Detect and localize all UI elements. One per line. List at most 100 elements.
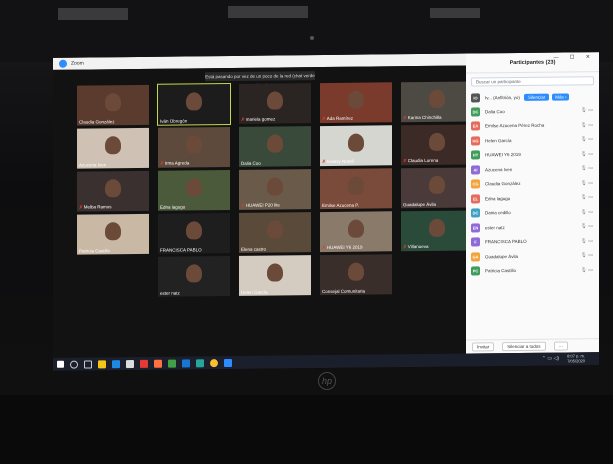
office-icon[interactable] xyxy=(140,359,148,368)
participant-video xyxy=(429,175,445,194)
participant-avatar: CG xyxy=(471,179,480,189)
participant-video xyxy=(429,132,445,151)
tile-name-text: Elena castro xyxy=(241,246,267,252)
tile-name: Iván Obregón xyxy=(160,118,187,123)
system-tray[interactable]: ⌃ ▭ ◁) xyxy=(542,356,559,362)
video-tile[interactable]: ✗HUAWEI Y6 2019 xyxy=(320,211,392,253)
tile-name: ✗Villanueva xyxy=(403,244,428,250)
video-tile[interactable]: ✗Melba Ramos xyxy=(77,170,149,212)
participant-search-input[interactable]: Buscar un participante xyxy=(471,76,594,87)
video-tile[interactable]: FRANCISCA PABLO xyxy=(158,213,230,254)
mic-camera-icons[interactable]: 🎙 ▭ xyxy=(581,122,593,128)
participant-row[interactable]: AI Azucena Iven 🎙 ▭ xyxy=(466,161,599,177)
mic-camera-icons[interactable]: 🎙 ▭ xyxy=(581,267,593,273)
search-icon[interactable] xyxy=(70,360,78,369)
participant-row[interactable]: GA Guadalupe Ávila 🎙 ▭ xyxy=(466,248,599,264)
video-tile[interactable]: ✗Irma Agreda xyxy=(158,127,230,168)
file-explorer-icon[interactable] xyxy=(98,359,106,368)
tile-name-text: Consejal Comunitaria xyxy=(322,288,366,295)
mic-camera-icons[interactable]: 🎙 ▭ xyxy=(581,136,593,142)
participant-row[interactable]: F FRANCISCA PABLO 🎙 ▭ xyxy=(466,234,599,250)
video-tile[interactable]: Patricia Castillo xyxy=(77,213,149,255)
chrome-icon[interactable] xyxy=(210,358,218,367)
mute-button[interactable]: Silenciar xyxy=(523,93,550,101)
video-tile[interactable]: ✗Villanueva xyxy=(401,210,473,252)
store-icon[interactable] xyxy=(126,359,134,368)
video-tile[interactable]: Consejal Comunitaria xyxy=(320,254,392,296)
mic-camera-icons[interactable]: 🎙 ▭ xyxy=(581,252,593,258)
participant-row[interactable]: HG Helen García 🎙 ▭ xyxy=(466,132,599,148)
video-tile[interactable]: ester natz xyxy=(158,256,230,297)
video-tile[interactable]: Claudia González xyxy=(77,84,149,126)
zoom-taskbar-icon[interactable] xyxy=(224,358,232,367)
participant-name: Edna lagugo xyxy=(485,195,511,202)
mic-camera-icons[interactable]: 🎙 ▭ xyxy=(581,107,593,113)
mic-camera-icons[interactable]: 🎙 ▭ xyxy=(581,151,593,157)
video-tile[interactable]: Emilse Azucena P. xyxy=(320,168,392,210)
video-tile[interactable]: ✗Galaxy Note8 xyxy=(320,125,392,167)
mic-camera-icons[interactable]: 🎙 ▭ xyxy=(581,238,593,244)
participant-video xyxy=(186,135,202,154)
tile-name-text: Edna lagugo xyxy=(160,204,186,210)
tile-name: ✗Claudia Lorena xyxy=(403,158,438,164)
participant-avatar: GA xyxy=(471,252,480,262)
tile-name: Guadalupe Ávila xyxy=(403,202,436,207)
participant-row[interactable]: DC Dalia Coo 🎙 ▭ xyxy=(466,103,599,119)
task-view-icon[interactable] xyxy=(84,359,92,369)
mic-camera-icons[interactable]: 🎙 ▭ xyxy=(581,165,593,171)
participant-row[interactable]: CG Claudia González 🎙 ▭ xyxy=(466,176,599,192)
muted-mic-icon: ✗ xyxy=(241,202,245,208)
video-tile[interactable]: ✗Claudia Lorena xyxy=(401,124,473,166)
mic-camera-icons[interactable]: 🎙 ▭ xyxy=(581,223,593,229)
video-tile[interactable]: Helen García xyxy=(239,255,311,296)
video-tile[interactable]: Guadalupe Ávila xyxy=(401,167,473,209)
app-icon[interactable] xyxy=(196,358,204,367)
mute-all-button[interactable]: Silenciar a todos xyxy=(502,341,546,352)
video-tile[interactable]: Elena castro xyxy=(239,212,311,253)
participant-row[interactable]: EA Emilse Azucena Pérez Rocha 🎙 ▭ xyxy=(466,118,599,134)
invite-button[interactable]: Invitar xyxy=(472,342,495,352)
participant-avatar: AI xyxy=(471,165,480,175)
participant-name: ester natz xyxy=(485,224,505,231)
tile-name: ester natz xyxy=(160,291,180,296)
video-tile[interactable]: ✗Ada Ramírez xyxy=(320,82,392,124)
participant-video xyxy=(186,221,202,240)
window-controls[interactable]: — ☐ ✕ xyxy=(554,54,595,60)
muted-mic-icon: ✗ xyxy=(403,158,407,164)
more-options-button[interactable]: ··· xyxy=(553,341,569,351)
participant-row[interactable]: PC Patricia Castillo 🎙 ▭ xyxy=(466,263,599,279)
video-tile[interactable]: ✗mariela gomez xyxy=(239,83,311,124)
participant-video xyxy=(348,176,364,195)
taskbar-clock[interactable]: 8:07 p. m. 7/05/2020 xyxy=(567,353,585,363)
video-tile[interactable]: Iván Obregón xyxy=(157,82,231,126)
video-tile[interactable]: Edna lagugo xyxy=(158,170,230,211)
app-icon[interactable] xyxy=(154,359,162,368)
video-tile[interactable]: Azucena Iven xyxy=(77,127,149,169)
app-icon[interactable] xyxy=(168,359,176,368)
more-button[interactable]: Más › xyxy=(552,92,570,101)
tile-name: FRANCISCA PABLO xyxy=(160,247,202,252)
tile-name-text: Patricia Castillo xyxy=(79,248,111,254)
participant-row[interactable]: EN ester natz 🎙 ▭ xyxy=(466,219,599,235)
participant-name: HUAWEI Y6 2019 xyxy=(485,152,521,158)
tile-name: ✗Galaxy Note8 xyxy=(322,159,354,165)
tile-name-text: Ada Ramírez xyxy=(326,115,354,121)
participant-row[interactable]: EL Edna lagugo 🎙 ▭ xyxy=(466,190,599,206)
tile-name-text: Helen García xyxy=(241,289,268,295)
participant-row[interactable]: DC Dania cedillo 🎙 ▭ xyxy=(466,205,599,221)
mic-camera-icons[interactable]: 🎙 ▭ xyxy=(581,194,593,200)
mic-camera-icons[interactable]: 🎙 ▭ xyxy=(581,180,593,186)
mic-camera-icons[interactable]: 🎙 ▭ xyxy=(581,209,593,215)
tile-name-text: Azucena Iven xyxy=(79,162,107,168)
tile-name-text: mariela gomez xyxy=(245,116,276,122)
video-tile[interactable]: ✗Karina Chinchilla xyxy=(401,81,473,123)
tile-name-text: Claudia González xyxy=(79,119,115,125)
participant-row[interactable]: HY HUAWEI Y6 2019 🎙 ▭ xyxy=(466,147,599,163)
app-icon[interactable] xyxy=(182,358,190,368)
video-tile[interactable]: ✗HUAWEI P20 lite xyxy=(239,169,311,210)
panel-header: Participantes (23) — ☐ ✕ xyxy=(466,52,599,74)
participant-video xyxy=(267,134,283,153)
edge-icon[interactable] xyxy=(112,359,120,368)
video-tile[interactable]: Dalia Coo xyxy=(239,126,311,167)
windows-start-icon[interactable] xyxy=(57,360,64,368)
